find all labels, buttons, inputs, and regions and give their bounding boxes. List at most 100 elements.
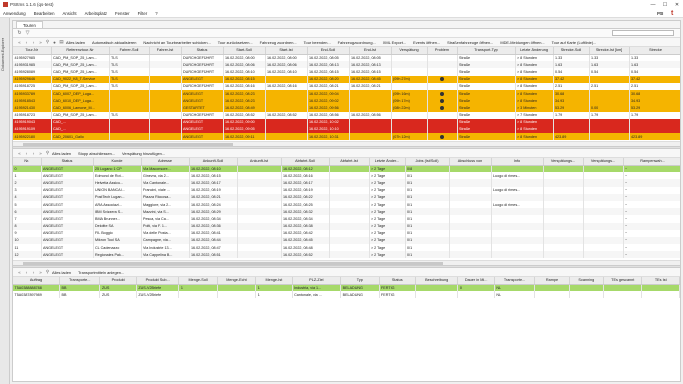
scroll-thumb[interactable]	[23, 262, 443, 265]
column-header[interactable]: Abfahrt-Soll	[281, 158, 330, 166]
stop-row[interactable]: 10 ANGELEGT Mikron Tool SA Campagne, via...…	[13, 236, 680, 245]
column-header[interactable]: Rampe	[534, 277, 570, 285]
stop-btn-add-delay[interactable]: Verspätung hinzufügen...	[122, 151, 165, 156]
last-page-icon[interactable]: »	[38, 151, 43, 156]
lock-icon[interactable]: ⚲	[45, 39, 50, 45]
column-header[interactable]: Status	[379, 277, 416, 285]
tour-btn-10[interactable]: MDE-Meldungen öffnen...	[500, 40, 544, 45]
minimize-button[interactable]: —	[647, 2, 659, 8]
column-header[interactable]: Start-Soll	[223, 47, 266, 55]
column-header[interactable]: TEs gescannt	[603, 277, 643, 285]
lock-icon[interactable]: ⚲	[45, 269, 50, 275]
column-header[interactable]: Adresse	[141, 158, 190, 166]
order-row[interactable]: T5A0388888788 BB ZUS ZUS-V2Briefe 1 1 Industri…	[13, 284, 680, 292]
column-header[interactable]: Problem	[427, 47, 458, 55]
column-header[interactable]: Menge-Soll	[178, 277, 218, 285]
maximize-button[interactable]: ☐	[659, 2, 671, 8]
column-header[interactable]: Typ	[340, 277, 380, 285]
prev-page-icon[interactable]: ‹	[24, 151, 29, 156]
column-header[interactable]: Verspätungs...	[583, 158, 624, 166]
column-header[interactable]: Kunde	[93, 158, 142, 166]
column-header[interactable]: Produkt	[99, 277, 137, 285]
tour-btn-9[interactable]: Straßenfahrzeuge öffnen...	[447, 40, 493, 45]
tour-btn-1[interactable]: Automatisch aktualisieren	[92, 40, 136, 45]
column-header[interactable]: End-Ist	[349, 47, 392, 55]
column-header[interactable]: Auftrag	[13, 277, 61, 285]
next-page-icon[interactable]: ›	[31, 151, 36, 156]
tour-row[interactable]: 4195928089 CAD_PM_SOP_25_Lam... TLS DURCHGE…	[13, 68, 680, 76]
column-header[interactable]: Scanning	[569, 277, 605, 285]
tour-btn-8[interactable]: Events öffnen...	[413, 40, 440, 45]
tour-btn-5[interactable]: Tour beenden...	[304, 40, 331, 45]
tour-row[interactable]: 4195931985 CAD_PM_SOP_25_Lam... TLS DURCHGE…	[13, 61, 680, 69]
order-btn-load-all[interactable]: Alles laden	[52, 270, 71, 275]
stop-row[interactable]: 7 ANGELEGT BMA Brunner... Pesca, via Ca... 1…	[13, 215, 680, 223]
column-header[interactable]: Abschluss von	[449, 158, 492, 166]
tour-row[interactable]: 4195929646 CAD_9022_K8_T-Service TLS ANGELE…	[13, 75, 680, 83]
tour-row[interactable]: 4195918725 CAD_PM_SOP_25_Lam... TLS DURCHGE…	[13, 82, 680, 90]
column-header[interactable]: Menge-Ist	[255, 277, 293, 285]
first-page-icon[interactable]: «	[17, 270, 22, 275]
column-header[interactable]: Strecke-Soll	[553, 47, 590, 55]
tour-btn-0[interactable]: Alles laden	[66, 40, 85, 45]
tour-btn-2[interactable]: Nachricht an Tourbearbeiter schicken...	[143, 40, 210, 45]
column-header[interactable]: Abfahrt-Ist	[329, 158, 370, 166]
tour-row[interactable]: 4195927985 CAD_PM_SOP_25_Lam... TLS DURCHGE…	[13, 54, 680, 62]
prev-page-icon[interactable]: ‹	[24, 270, 29, 275]
stop-row[interactable]: 2 ANGELEGT Helvetia Assicu... Via Cantonale…	[13, 179, 680, 187]
refresh-icon[interactable]: ↻	[17, 30, 22, 36]
order-row[interactable]: T5A0387897989 BB ZUS ZUS-V2Briefe 1 Cantonale…	[13, 291, 680, 299]
tour-row[interactable]: 4195918543 CAD_6010_DEP_Luga... ANGELEGT 16…	[13, 97, 680, 105]
stop-row[interactable]: 3 ANGELEGT UNION BANCAI... Francini, viale …	[13, 186, 680, 194]
column-header[interactable]: Start-Ist	[265, 47, 308, 55]
column-header[interactable]: Transporte...	[59, 277, 101, 285]
stop-row[interactable]: 1 ANGELEGT Edmond de Rot... Ginevra, via 2.…	[13, 172, 680, 180]
lock-icon[interactable]: ⚲	[45, 150, 50, 156]
tour-btn-7[interactable]: XML Export...	[383, 40, 406, 45]
menu-ansicht[interactable]: Ansicht	[63, 11, 77, 16]
tour-row[interactable]: 4195918723 CAD_PM_SOP_25_Lam... TLS DURCHGE…	[13, 111, 680, 119]
order-btn-create-transport[interactable]: Transportmitteln anlegen...	[78, 270, 124, 275]
column-header[interactable]: Fahrer-Soll	[109, 47, 150, 55]
tour-btn-11[interactable]: Tour auf Karte (Luftlinie)...	[552, 40, 597, 45]
column-header[interactable]: Ankunft-Soll	[189, 158, 238, 166]
stop-row[interactable]: 11 ANGELEGT CL Cadenazzo Via Industrie 13..…	[13, 244, 680, 252]
stop-row[interactable]: 9 ANGELEGT FIL Boggio Via delle Posta... 16.…	[13, 229, 680, 237]
prev-page-icon[interactable]: ‹	[24, 40, 29, 45]
column-header[interactable]: Jobs (Ist/Soll)	[405, 158, 450, 166]
column-header[interactable]: Info	[491, 158, 544, 166]
scroll-thumb[interactable]	[23, 143, 233, 146]
close-button[interactable]: ✕	[671, 2, 683, 8]
menu-arbeitsplatz[interactable]: Arbeitsplatz	[85, 11, 107, 16]
columns-icon[interactable]: ▤	[59, 39, 64, 45]
next-page-icon[interactable]: ›	[31, 40, 36, 45]
column-header[interactable]: Transport-Typ	[457, 47, 516, 55]
stop-row[interactable]: 6 ANGELEGT IBM Svizzera S... Mazzini, via S…	[13, 208, 680, 216]
menu-help[interactable]: ?	[155, 11, 157, 16]
column-header[interactable]: Letzte Änderung	[515, 47, 554, 55]
search-input[interactable]	[612, 30, 674, 36]
stop-btn-complete[interactable]: Stopp abschliessen...	[78, 151, 115, 156]
column-header[interactable]: Ankunft-Ist	[237, 158, 282, 166]
column-header[interactable]: Status	[41, 158, 94, 166]
first-page-icon[interactable]: «	[17, 151, 22, 156]
menu-bearbeiten[interactable]: Bearbeiten	[34, 11, 55, 16]
column-header[interactable]: Beschreibung	[415, 277, 459, 285]
column-header[interactable]: Strecke-Ist [km]	[589, 47, 630, 55]
column-header[interactable]: Transporte...	[494, 277, 536, 285]
last-page-icon[interactable]: »	[38, 40, 43, 45]
menu-filter[interactable]: Filter	[138, 11, 148, 16]
tour-btn-6[interactable]: Fahrzeugzuordnung...	[338, 40, 376, 45]
column-header[interactable]: Verspätung	[391, 47, 428, 55]
first-page-icon[interactable]: «	[17, 40, 22, 45]
column-header[interactable]: PLZ-Ziel	[292, 277, 342, 285]
stop-row[interactable]: 5 ANGELEGT ARA Associazi... Maggiore, via 2…	[13, 200, 680, 209]
tour-row[interactable]: 4195933789 CAD_6007_DEP_Luga... ANGELEGT 16…	[13, 89, 680, 98]
tour-hscrollbar[interactable]	[13, 141, 680, 146]
tour-row[interactable]: 4195921430 CAD_6006_Lamone_M... GESTARTET 1…	[13, 104, 680, 112]
tab-touren[interactable]: Touren	[16, 21, 43, 28]
tour-row[interactable]: 4195919109 CAD_... ANGELEGT 16.02.2022, 09:…	[13, 125, 680, 134]
stop-row[interactable]: 4 ANGELEGT PostTech Lugan... Piazza Riccosa…	[13, 193, 680, 201]
column-header[interactable]: Produkt Sub...	[136, 277, 180, 285]
menu-fenster[interactable]: Fenster	[115, 11, 130, 16]
